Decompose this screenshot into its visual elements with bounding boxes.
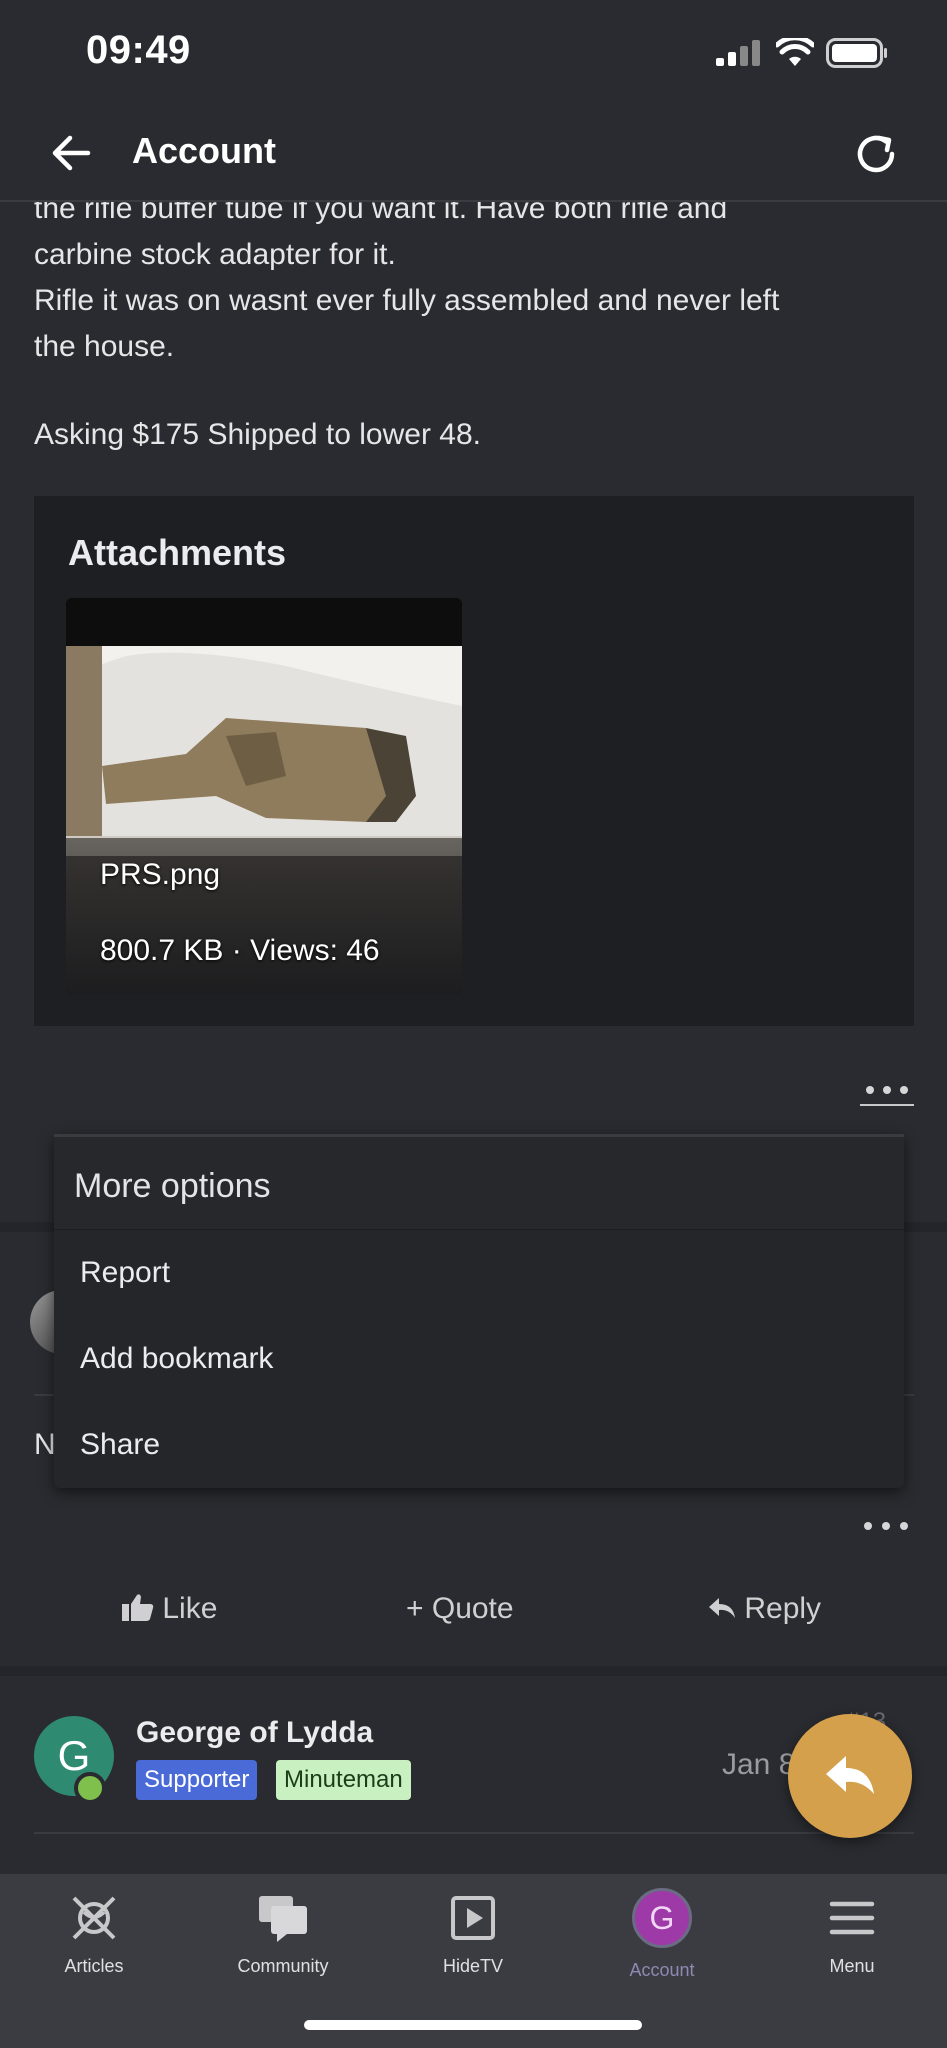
hamburger-icon <box>829 1901 875 1935</box>
like-label: Like <box>162 1592 218 1625</box>
page-title: Account <box>132 130 276 171</box>
chat-bubbles-icon <box>259 1896 307 1942</box>
reply-label: Reply <box>744 1592 822 1625</box>
nav-label: Articles <box>64 1956 124 1976</box>
nav-item-community[interactable]: Community <box>213 1892 353 1977</box>
back-arrow-icon[interactable] <box>48 130 94 176</box>
attachments-title: Attachments <box>68 532 287 573</box>
wifi-icon <box>776 38 814 66</box>
rifle-stock-photo <box>66 646 462 856</box>
like-button[interactable]: Like <box>122 1592 217 1626</box>
attachment-meta: 800.7 KB · Views: 46 <box>100 934 380 967</box>
post-more-options-icon[interactable] <box>860 1080 914 1106</box>
post-separator <box>0 1666 947 1676</box>
divider <box>34 1832 914 1834</box>
reply-arrow-icon <box>709 1598 735 1618</box>
articles-icon <box>72 1896 116 1940</box>
play-icon <box>451 1896 495 1940</box>
nav-label: Community <box>237 1956 329 1976</box>
post-body: the rifle buffer tube if you want it. Ha… <box>34 186 914 370</box>
post-text-peek: N <box>34 1428 56 1461</box>
battery-icon <box>826 38 887 68</box>
menu-header: More options <box>54 1134 904 1230</box>
menu-item-report[interactable]: Report <box>80 1256 170 1290</box>
nav-item-account[interactable]: G Account <box>592 1888 732 1981</box>
more-options-menu: More options Report Add bookmark Share <box>54 1134 904 1488</box>
cellular-signal-icon <box>716 40 760 66</box>
status-time: 09:49 <box>86 28 191 72</box>
nav-label: Menu <box>829 1956 875 1976</box>
post-date: Jan 8 <box>722 1748 796 1781</box>
attachment-filename: PRS.png <box>100 858 221 891</box>
nav-label: Account <box>629 1960 695 1980</box>
menu-title: More options <box>74 1167 271 1205</box>
online-status-icon <box>74 1772 106 1804</box>
thumbs-up-icon <box>122 1594 154 1621</box>
post-asking-price: Asking $175 Shipped to lower 48. <box>34 418 481 451</box>
nav-item-hidetv[interactable]: HideTV <box>403 1892 543 1977</box>
menu-item-add-bookmark[interactable]: Add bookmark <box>80 1342 273 1376</box>
floating-reply-button[interactable] <box>788 1714 912 1838</box>
quote-button[interactable]: + Quote <box>406 1592 514 1626</box>
attachment-thumbnail[interactable]: PRS.png 800.7 KB · Views: 46 <box>66 598 462 994</box>
nav-label: HideTV <box>442 1956 504 1976</box>
reply-arrow-icon <box>826 1756 874 1794</box>
home-indicator <box>304 2020 642 2030</box>
avatar: G <box>632 1888 692 1948</box>
supporter-badge: Supporter <box>136 1760 258 1800</box>
author-name[interactable]: George of Lydda <box>136 1716 373 1750</box>
minuteman-badge: Minuteman <box>276 1760 411 1800</box>
nav-item-articles[interactable]: Articles <box>24 1892 164 1977</box>
nav-item-menu[interactable]: Menu <box>782 1892 922 1977</box>
reply-button[interactable]: Reply <box>708 1592 821 1626</box>
post-line: Rifle it was on wasnt ever fully assembl… <box>34 284 780 317</box>
menu-item-share[interactable]: Share <box>80 1428 160 1462</box>
post-line: the house. <box>34 330 175 363</box>
post-more-options-icon[interactable] <box>862 1516 910 1536</box>
post-line: carbine stock adapter for it. <box>34 238 396 271</box>
refresh-icon[interactable] <box>852 130 900 178</box>
